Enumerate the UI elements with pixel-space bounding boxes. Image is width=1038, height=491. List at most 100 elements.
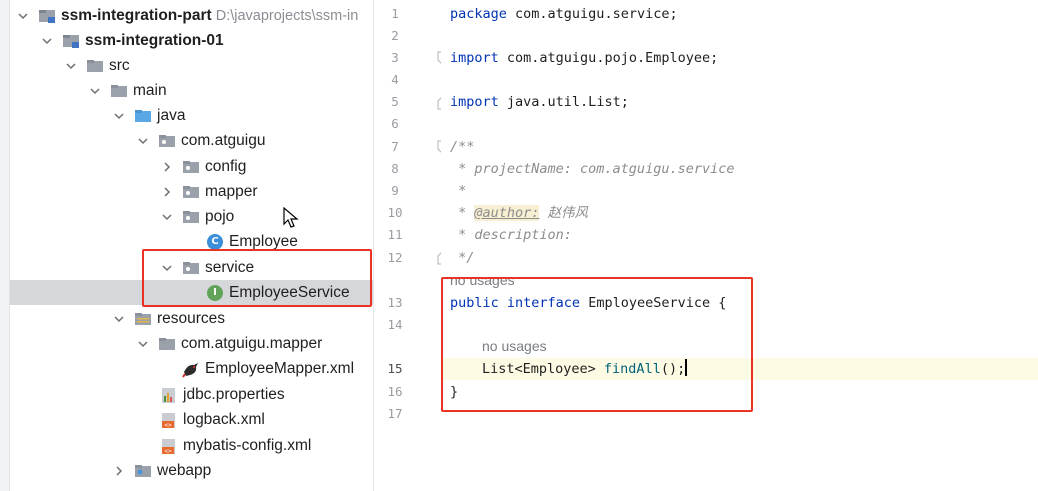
tree-node-jdbc-properties[interactable]: jdbc.properties xyxy=(10,382,373,407)
line-number-current: 15 xyxy=(387,361,403,376)
line-number: 3 xyxy=(391,50,399,65)
package-icon xyxy=(158,132,176,150)
folder-icon xyxy=(158,335,176,353)
module-folder-icon xyxy=(38,7,56,25)
tree-node-logback-xml[interactable]: <> logback.xml xyxy=(10,407,373,432)
chevron-down-icon[interactable] xyxy=(112,312,126,326)
tree-node-employee[interactable]: C Employee xyxy=(10,229,373,254)
tree-node-java[interactable]: java xyxy=(10,103,373,128)
usage-hint[interactable]: no usages xyxy=(482,338,547,354)
code-line-13: public interface EmployeeService { xyxy=(450,295,727,311)
tree-label: service xyxy=(205,258,255,276)
tree-label: resources xyxy=(157,309,226,327)
code-line-15: List<Employee> findAll(); xyxy=(482,359,688,377)
package-icon xyxy=(182,259,200,277)
tree-label: EmployeeMapper.xml xyxy=(205,359,355,377)
tree-node-src[interactable]: src xyxy=(10,53,373,78)
line-number: 8 xyxy=(391,161,399,176)
chevron-right-icon[interactable] xyxy=(112,464,126,478)
code-editor[interactable]: package com.atguigu.service; import com.… xyxy=(441,0,1038,491)
web-folder-icon xyxy=(134,462,152,480)
tree-label: webapp xyxy=(157,461,212,479)
tree-node-config[interactable]: config xyxy=(10,154,373,179)
chevron-down-icon[interactable] xyxy=(136,337,150,351)
text-caret xyxy=(685,359,688,376)
tree-node-employee-mapper-xml[interactable]: EmployeeMapper.xml xyxy=(10,356,373,381)
chevron-down-icon[interactable] xyxy=(40,34,54,48)
line-number: 2 xyxy=(391,28,399,43)
tree-label: main xyxy=(133,81,167,99)
tree-label: java xyxy=(157,106,186,124)
tree-node-service[interactable]: service xyxy=(10,255,373,280)
class-icon: C xyxy=(206,233,224,251)
source-folder-icon xyxy=(134,107,152,125)
tree-node-partial xyxy=(10,483,373,491)
code-line-1: package com.atguigu.service; xyxy=(450,6,678,22)
line-number: 16 xyxy=(387,384,403,399)
line-number: 6 xyxy=(391,116,399,131)
svg-text:<>: <> xyxy=(164,422,172,429)
package-icon xyxy=(182,208,200,226)
tree-node-root[interactable]: ssm-integration-part D:\javaprojects\ssm… xyxy=(10,3,373,28)
tree-node-pojo[interactable]: pojo xyxy=(10,204,373,229)
tree-node-mapper[interactable]: mapper xyxy=(10,179,373,204)
chevron-down-icon[interactable] xyxy=(160,210,174,224)
code-line-11: * description: xyxy=(450,227,572,243)
project-tree: ssm-integration-part D:\javaprojects\ssm… xyxy=(10,0,374,491)
line-number: 14 xyxy=(387,317,403,332)
code-line-12: */ xyxy=(450,250,475,266)
project-path: D:\javaprojects\ssm-in xyxy=(215,7,359,24)
tree-label: src xyxy=(109,56,130,74)
folder-icon xyxy=(110,82,128,100)
line-number-gutter: 1 2 3 4 5 6 7 8 9 10 11 12 13 14 15 16 1… xyxy=(375,0,447,491)
tree-node-resources[interactable]: resources xyxy=(10,306,373,331)
tree-node-employee-service[interactable]: I EmployeeService xyxy=(10,280,373,305)
svg-text:<>: <> xyxy=(164,448,172,455)
tree-node-webapp[interactable]: webapp xyxy=(10,458,373,483)
tool-window-strip xyxy=(0,0,10,491)
tree-label: Employee xyxy=(229,232,298,250)
tree-node-com-atguigu[interactable]: com.atguigu xyxy=(10,128,373,153)
line-number: 7 xyxy=(391,139,399,154)
chevron-right-icon[interactable] xyxy=(160,185,174,199)
code-line-5: import java.util.List; xyxy=(450,94,629,110)
module-folder-icon xyxy=(62,32,80,50)
tree-node-module[interactable]: ssm-integration-01 xyxy=(10,28,373,53)
line-number: 12 xyxy=(387,250,403,265)
chevron-down-icon[interactable] xyxy=(160,261,174,275)
package-icon xyxy=(182,158,200,176)
line-number: 10 xyxy=(387,205,403,220)
usage-hint[interactable]: no usages xyxy=(450,271,515,288)
tree-label: config xyxy=(205,157,247,175)
tree-node-com-atguigu-mapper[interactable]: com.atguigu.mapper xyxy=(10,331,373,356)
line-number: 11 xyxy=(387,227,403,242)
chevron-down-icon[interactable] xyxy=(64,59,78,73)
tree-label: ssm-integration-01 xyxy=(85,31,224,49)
tree-label: jdbc.properties xyxy=(183,385,285,403)
code-line-7: /** xyxy=(450,139,475,155)
chevron-down-icon[interactable] xyxy=(112,109,126,123)
chevron-right-icon[interactable] xyxy=(160,160,174,174)
line-number: 9 xyxy=(391,183,399,198)
tree-node-mybatis-config-xml[interactable]: <> mybatis-config.xml xyxy=(10,433,373,458)
mybatis-bird-icon xyxy=(182,360,200,378)
tree-label: ssm-integration-part xyxy=(61,6,212,24)
folder-icon xyxy=(86,57,104,75)
xml-file-icon: <> xyxy=(160,411,178,429)
interface-icon: I xyxy=(206,284,224,302)
line-number: 5 xyxy=(391,94,399,109)
line-number: 17 xyxy=(387,406,403,421)
resources-folder-icon xyxy=(134,310,152,328)
chevron-down-icon[interactable] xyxy=(16,9,30,23)
mouse-cursor-icon xyxy=(283,207,299,228)
folder-icon xyxy=(110,487,128,491)
line-number: 4 xyxy=(391,72,399,87)
javadoc-tag: @author: xyxy=(474,205,540,221)
chevron-down-icon[interactable] xyxy=(136,134,150,148)
chevron-down-icon[interactable] xyxy=(88,84,102,98)
tree-node-main[interactable]: main xyxy=(10,78,373,103)
tree-label: EmployeeService xyxy=(229,283,350,301)
tree-label: mybatis-config.xml xyxy=(183,436,312,454)
code-line-16: } xyxy=(450,384,459,400)
tree-label: logback.xml xyxy=(183,410,265,428)
